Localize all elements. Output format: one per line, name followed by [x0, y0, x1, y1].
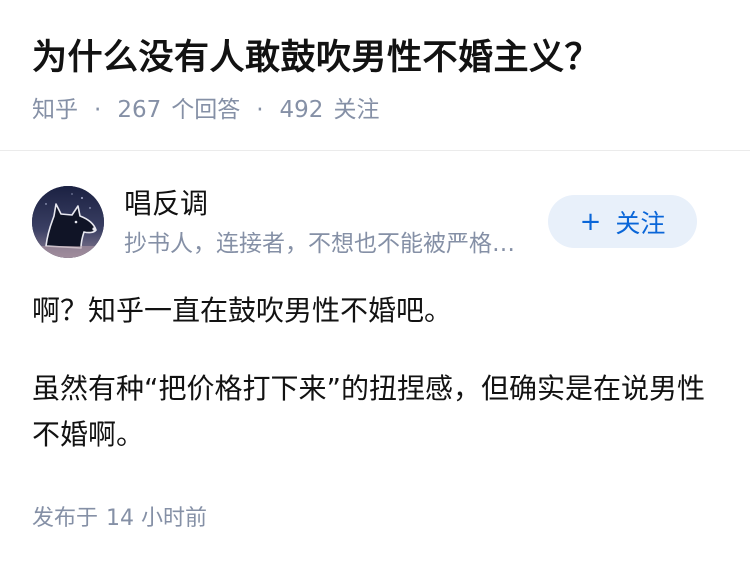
source-label[interactable]: 知乎	[32, 93, 78, 127]
answer-content: 啊？知乎一直在鼓吹男性不婚吧。 虽然有种“把价格打下来”的扭捏感，但确实是在说男…	[32, 288, 722, 458]
question-title[interactable]: 为什么没有人敢鼓吹男性不婚主义？	[32, 32, 722, 84]
section-divider	[0, 150, 750, 151]
plus-icon: +	[579, 206, 602, 237]
answers-label[interactable]: 个回答	[171, 93, 240, 127]
answers-count[interactable]: 267	[117, 93, 161, 127]
answer-paragraph: 啊？知乎一直在鼓吹男性不婚吧。	[32, 294, 453, 327]
meta-separator: ·	[94, 97, 102, 123]
question-meta: 知乎 · 267 个回答 · 492 关注	[32, 93, 722, 127]
meta-separator: ·	[256, 97, 264, 123]
followers-label[interactable]: 关注	[333, 93, 379, 127]
published-label: 发布于	[32, 506, 99, 531]
answer-paragraph: 虽然有种“把价格打下来”的扭捏感，但确实是在说男性不婚啊。	[32, 372, 706, 451]
published-time: 14 小时前	[106, 506, 208, 531]
publish-info: 发布于 14 小时前	[32, 502, 207, 536]
author-card: 唱反调 抄书人，连接者，不想也不能被严格定义的人 + 关注	[32, 186, 722, 260]
author-bio: 抄书人，连接者，不想也不能被严格定义的人	[124, 231, 536, 257]
follow-button[interactable]: + 关注	[548, 195, 697, 248]
followers-count[interactable]: 492	[280, 93, 324, 127]
question-header: 为什么没有人敢鼓吹男性不婚主义？ 知乎 · 267 个回答 · 492 关注	[32, 32, 722, 127]
dog-avatar-icon	[32, 186, 104, 258]
follow-button-label: 关注	[615, 208, 666, 238]
author-name[interactable]: 唱反调	[124, 186, 208, 222]
avatar[interactable]	[32, 186, 104, 258]
